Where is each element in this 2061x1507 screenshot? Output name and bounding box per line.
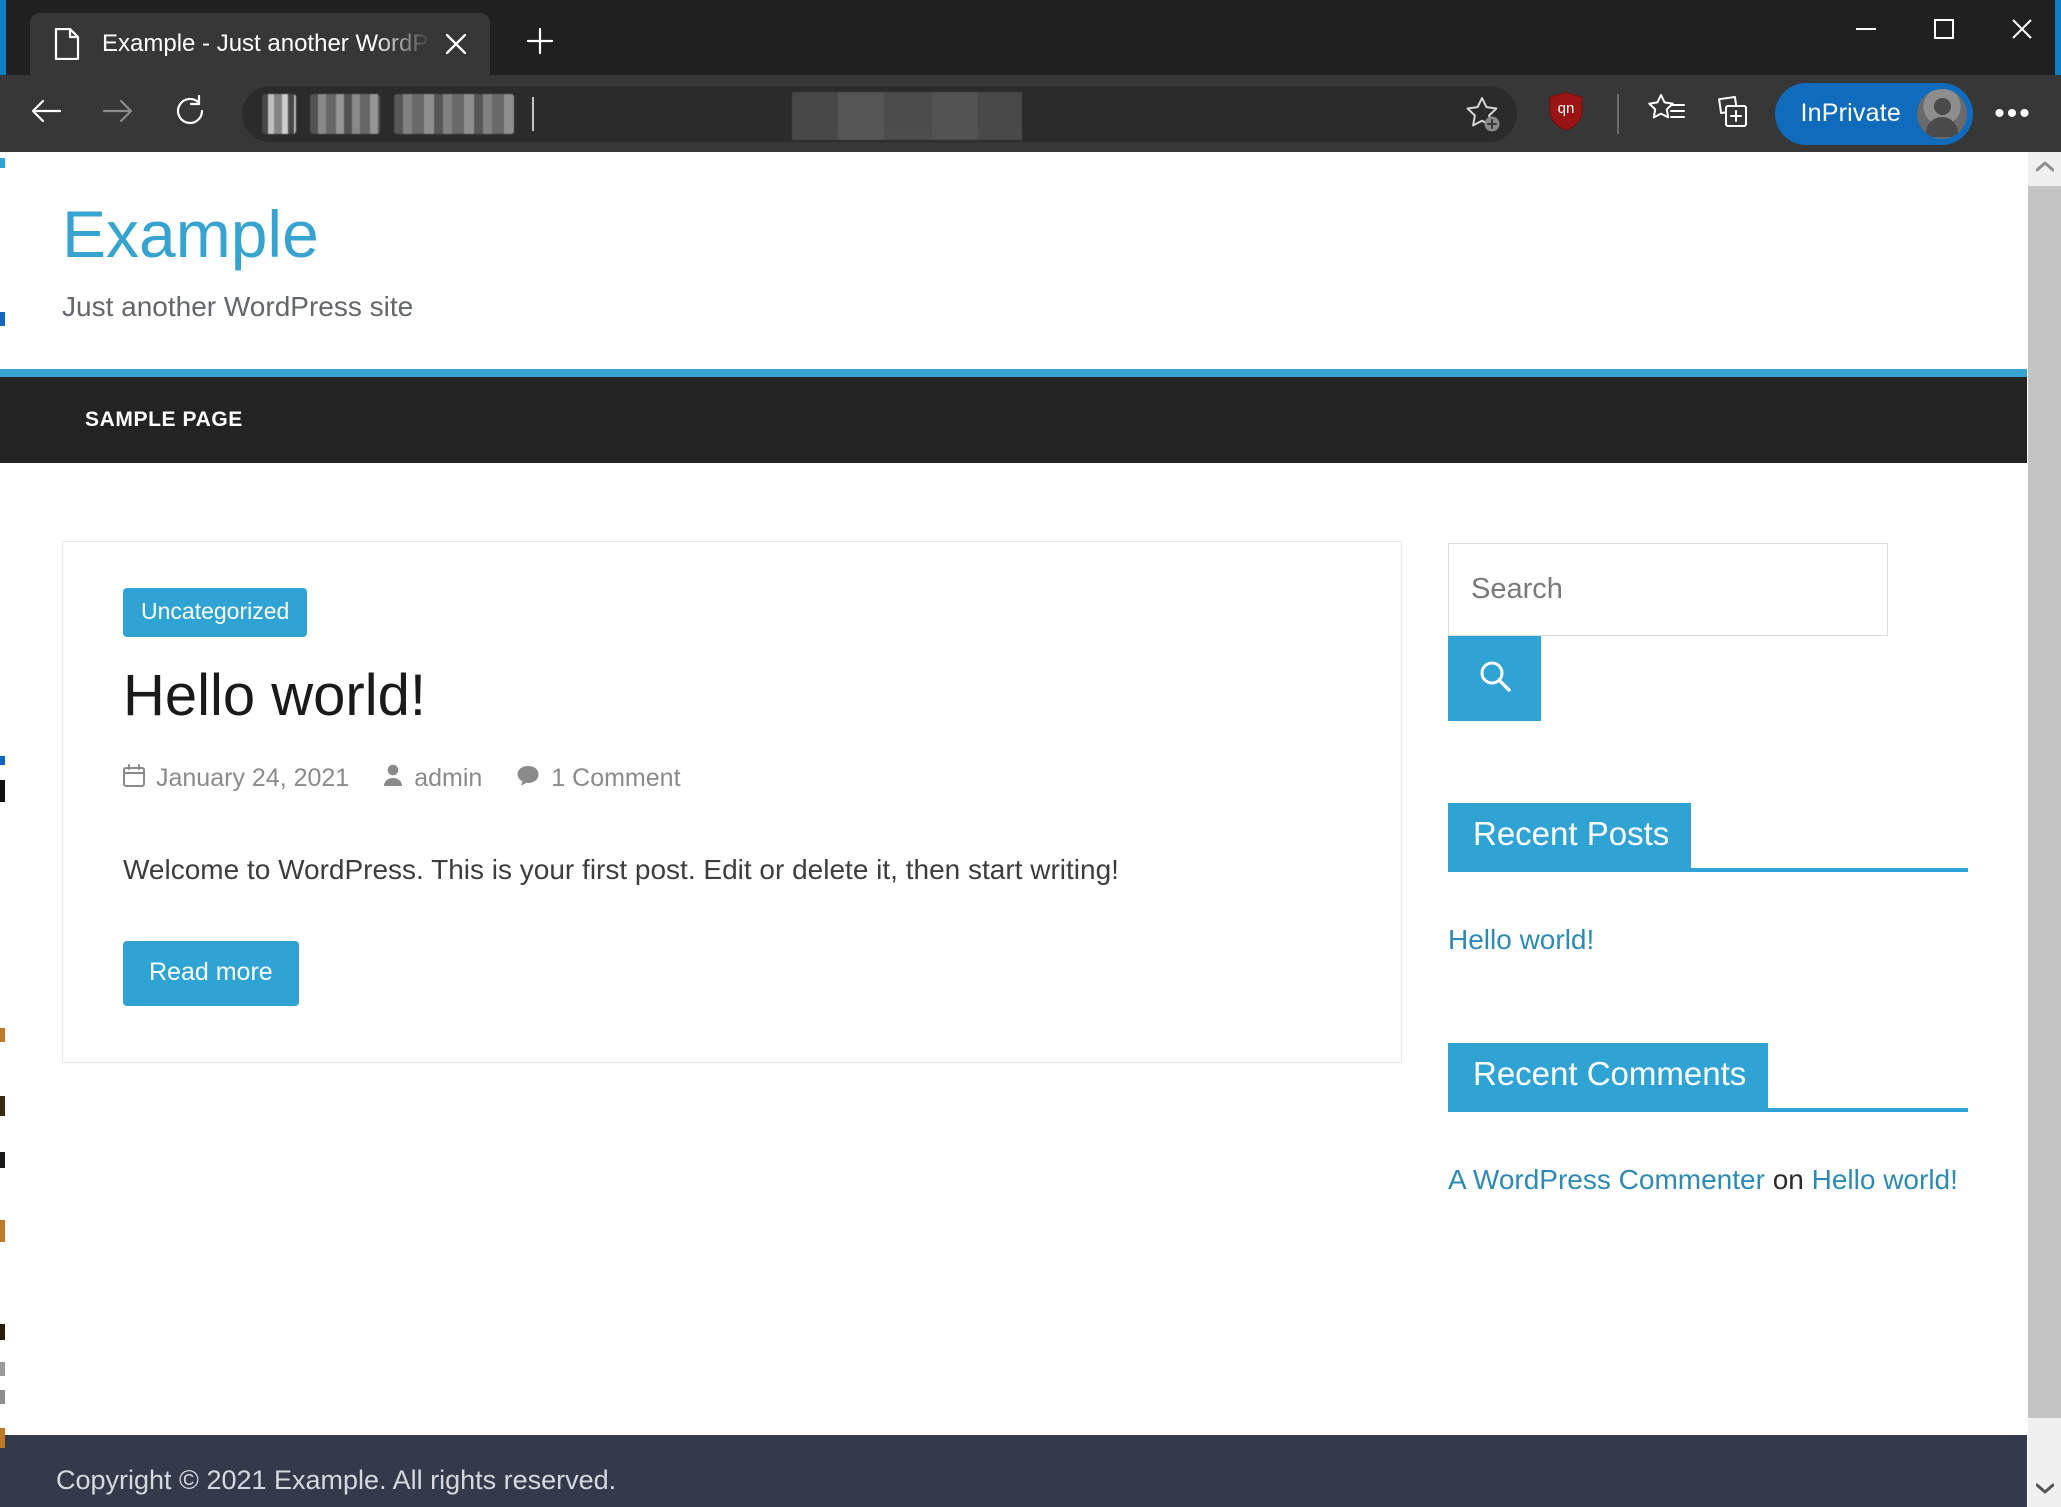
page-icon bbox=[54, 28, 80, 60]
search-input[interactable]: Search bbox=[1448, 543, 1888, 637]
chevron-up-icon bbox=[2035, 160, 2055, 178]
inprivate-profile-button[interactable]: InPrivate bbox=[1774, 82, 1973, 145]
widget-title-recent-comments: Recent Comments bbox=[1448, 1042, 1769, 1108]
browser-settings-more-button[interactable]: ••• bbox=[1981, 83, 2045, 145]
minimize-button[interactable] bbox=[1827, 0, 1905, 62]
address-bar[interactable] bbox=[242, 85, 1517, 142]
minimize-icon bbox=[1855, 22, 1877, 40]
chevron-down-icon bbox=[2035, 1481, 2055, 1499]
post-comments-text[interactable]: 1 Comment bbox=[551, 764, 680, 793]
reload-icon bbox=[173, 94, 207, 133]
post-card: Uncategorized Hello world! January 24, 2… bbox=[62, 541, 1402, 1063]
post-author-text[interactable]: admin bbox=[414, 764, 482, 793]
address-redacted-block bbox=[394, 93, 514, 134]
ublock-origin-icon: ub bbox=[1548, 91, 1584, 136]
address-redacted-block bbox=[310, 93, 380, 134]
scroll-down-button[interactable] bbox=[2028, 1473, 2061, 1507]
site-footer: Copyright © 2021 Example. All rights res… bbox=[0, 1435, 2027, 1507]
scroll-up-button[interactable] bbox=[2028, 152, 2061, 186]
widget-recent-comments: Recent Comments A WordPress Commenter on… bbox=[1448, 1042, 1971, 1201]
browser-toolbar: ub InPrivate ••• bbox=[0, 75, 2061, 152]
window-right-accent bbox=[2055, 0, 2061, 75]
arrow-left-icon bbox=[29, 94, 63, 133]
widget-title-recent-posts: Recent Posts bbox=[1448, 803, 1692, 869]
close-icon bbox=[2010, 17, 2034, 46]
toolbar-divider bbox=[1616, 93, 1619, 134]
post-meta: January 24, 2021 admin 1 Comment bbox=[123, 763, 1357, 794]
web-page: Example Just another WordPress site SAMP… bbox=[0, 152, 2027, 1507]
widget-header: Recent Posts bbox=[1448, 803, 1968, 873]
read-more-button[interactable]: Read more bbox=[123, 940, 299, 1006]
comment-bubble-icon bbox=[516, 764, 540, 794]
nav-item-sample-page[interactable]: SAMPLE PAGE bbox=[85, 408, 243, 432]
content-area: Uncategorized Hello world! January 24, 2… bbox=[0, 463, 2027, 1435]
post-comments: 1 Comment bbox=[516, 764, 681, 794]
back-button[interactable] bbox=[15, 83, 77, 145]
comment-connector: on bbox=[1764, 1163, 1812, 1195]
forward-button[interactable] bbox=[87, 83, 149, 145]
new-tab-button[interactable] bbox=[512, 15, 568, 71]
tab-close-icon[interactable] bbox=[436, 24, 476, 64]
refresh-button[interactable] bbox=[159, 83, 221, 145]
search-icon bbox=[1478, 659, 1512, 698]
window-controls bbox=[1827, 0, 2061, 75]
person-avatar-icon bbox=[1917, 88, 1967, 139]
comment-author-link[interactable]: A WordPress Commenter bbox=[1448, 1164, 1765, 1195]
primary-navigation: SAMPLE PAGE bbox=[0, 377, 2027, 464]
close-window-button[interactable] bbox=[1983, 0, 2061, 62]
sidebar: Search Recent Posts Hello world! Recent … bbox=[1448, 541, 1971, 1435]
site-tagline: Just another WordPress site bbox=[62, 291, 414, 323]
collections-icon bbox=[1712, 92, 1750, 135]
scrollbar-thumb[interactable] bbox=[2028, 186, 2061, 1418]
comment-post-link[interactable]: Hello world! bbox=[1812, 1164, 1958, 1195]
footer-copyright: Copyright © 2021 Example. All rights res… bbox=[56, 1465, 617, 1495]
widget-header: Recent Comments bbox=[1448, 1042, 1968, 1112]
browser-tab[interactable]: Example - Just another WordPress site bbox=[30, 13, 490, 75]
post-date: January 24, 2021 bbox=[123, 763, 350, 794]
address-cursor bbox=[532, 96, 534, 131]
list-item: A WordPress Commenter on Hello world! bbox=[1448, 1160, 1968, 1201]
browser-window: Example - Just another WordPress site bbox=[0, 0, 2061, 1507]
maximize-icon bbox=[1933, 18, 1955, 45]
star-plus-icon[interactable] bbox=[1455, 86, 1511, 142]
tab-strip: Example - Just another WordPress site bbox=[0, 0, 568, 75]
extension-ublock-button[interactable]: ub bbox=[1535, 83, 1597, 145]
post-title[interactable]: Hello world! bbox=[123, 663, 1357, 730]
address-redacted-block bbox=[262, 93, 296, 134]
window-left-accent bbox=[0, 0, 6, 75]
plus-icon bbox=[526, 27, 554, 60]
site-header: Example Just another WordPress site bbox=[0, 152, 2027, 370]
search-submit-button[interactable] bbox=[1448, 636, 1541, 722]
post-category-badge[interactable]: Uncategorized bbox=[123, 588, 308, 638]
calendar-icon bbox=[123, 763, 145, 794]
collections-button[interactable] bbox=[1699, 83, 1763, 145]
address-redacted-block bbox=[792, 91, 1022, 140]
arrow-right-icon bbox=[101, 94, 135, 133]
svg-text:ub: ub bbox=[1557, 101, 1574, 118]
post-excerpt: Welcome to WordPress. This is your first… bbox=[123, 853, 1119, 885]
favorites-star-list-icon bbox=[1647, 93, 1686, 134]
page-scrollbar[interactable] bbox=[2027, 152, 2061, 1507]
browser-titlebar: Example - Just another WordPress site bbox=[0, 0, 2061, 75]
widget-recent-posts: Recent Posts Hello world! bbox=[1448, 803, 1971, 961]
page-viewport: Example Just another WordPress site SAMP… bbox=[0, 152, 2061, 1507]
widget-body: A WordPress Commenter on Hello world! bbox=[1448, 1160, 1971, 1201]
recent-post-link[interactable]: Hello world! bbox=[1448, 924, 1594, 955]
main-column: Uncategorized Hello world! January 24, 2… bbox=[62, 541, 1402, 1435]
maximize-button[interactable] bbox=[1905, 0, 1983, 62]
inprivate-label: InPrivate bbox=[1800, 99, 1901, 127]
nav-accent-border bbox=[0, 369, 2027, 378]
list-item: Hello world! bbox=[1448, 920, 1968, 961]
tab-title: Example - Just another WordPress site bbox=[102, 30, 432, 57]
post-author: admin bbox=[383, 764, 482, 794]
user-icon bbox=[383, 764, 403, 794]
post-date-text: January 24, 2021 bbox=[156, 764, 350, 793]
favorites-button[interactable] bbox=[1635, 83, 1699, 145]
widget-body: Hello world! bbox=[1448, 920, 1971, 961]
site-title[interactable]: Example bbox=[62, 199, 2027, 269]
